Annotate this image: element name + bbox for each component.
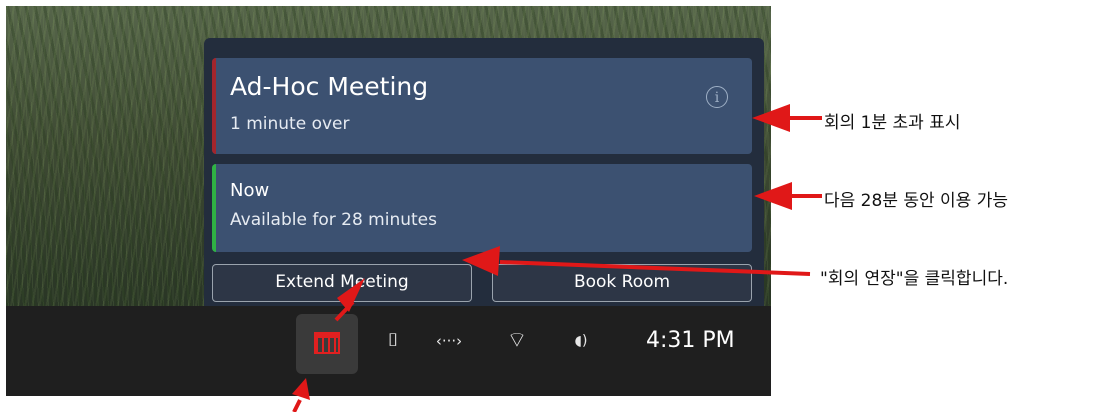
room-booking-flyout: Ad-Hoc Meeting 1 minute over i Now Avail… — [204, 38, 764, 306]
availability-card[interactable]: Now Available for 28 minutes — [212, 164, 752, 252]
info-icon[interactable]: i — [706, 86, 728, 108]
availability-title: Now — [230, 180, 270, 201]
availability-status: Available for 28 minutes — [230, 210, 437, 230]
current-meeting-card[interactable]: Ad-Hoc Meeting 1 minute over i — [212, 58, 752, 154]
book-room-button[interactable]: Book Room — [492, 264, 752, 302]
network-icon[interactable]: ‹···› — [424, 326, 474, 356]
availability-annotation: 다음 28분 동안 이용 가능 — [824, 191, 1009, 211]
meeting-status: 1 minute over — [230, 114, 350, 134]
click-extend-annotation: "회의 연장"을 클릭합니다. — [820, 269, 1009, 289]
meeting-over-indicator — [212, 58, 216, 154]
taskbar: ⌷ ‹···› ⌔ ◖) 4:31 PM — [6, 306, 771, 396]
taskbar-clock[interactable]: 4:31 PM — [646, 328, 735, 353]
annotated-screenshot: Ad-Hoc Meeting 1 minute over i Now Avail… — [0, 0, 1117, 412]
arrow-line — [292, 399, 302, 412]
usb-icon[interactable]: ⌷ — [378, 326, 408, 356]
extend-meeting-button[interactable]: Extend Meeting — [212, 264, 472, 302]
meeting-title: Ad-Hoc Meeting — [230, 72, 429, 101]
calendar-icon — [314, 332, 340, 354]
desktop-screenshot: Ad-Hoc Meeting 1 minute over i Now Avail… — [6, 6, 771, 396]
meeting-over-annotation: 회의 1분 초과 표시 — [824, 113, 961, 133]
calendar-taskbar-button[interactable] — [296, 314, 358, 374]
wifi-icon[interactable]: ⌔ — [502, 326, 532, 356]
volume-icon[interactable]: ◖) — [566, 326, 596, 356]
available-indicator — [212, 164, 216, 252]
